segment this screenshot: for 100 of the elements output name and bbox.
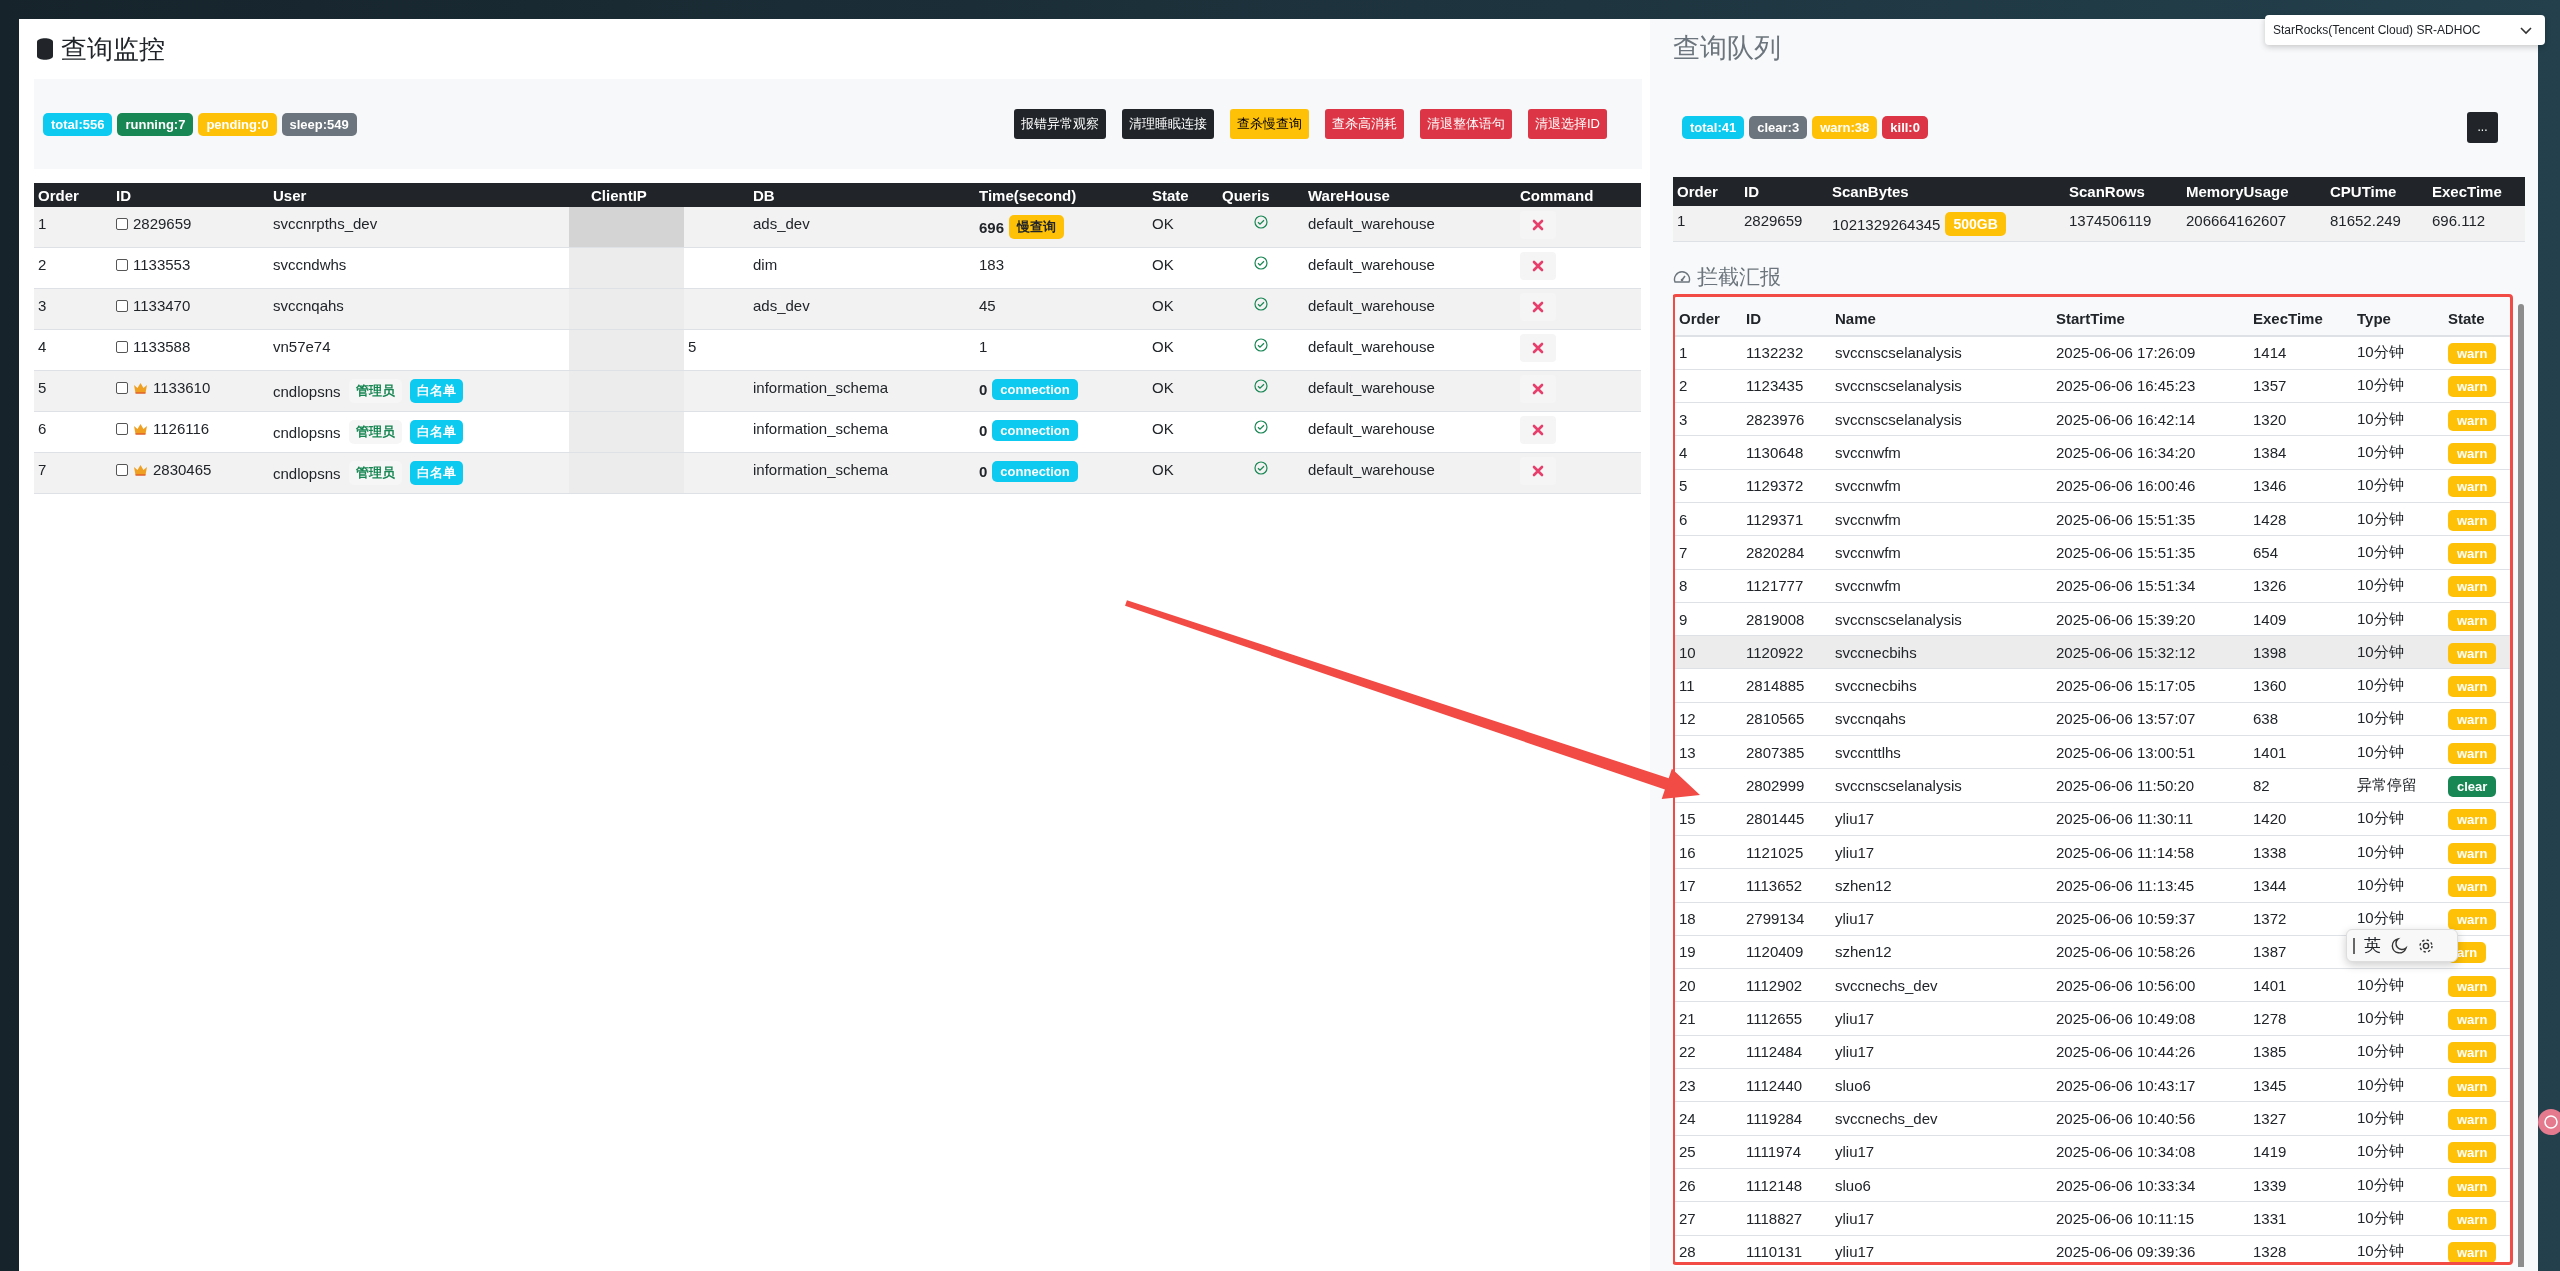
gauge-icon [1673,269,1691,285]
checkbox[interactable] [116,422,128,435]
table-cell: 2025-06-06 10:56:00 [2056,976,2196,994]
table-cell: 22 [1679,1043,1696,1061]
table-row[interactable]: 7 2820284 svccnwfm 2025-06-06 15:51:35 654 10分钟 warn [1675,535,2510,570]
table-cell: 1133588 [133,338,191,355]
table-row[interactable]: 4 1130648 svccnwfm 2025-06-06 16:34:20 1384 10分钟 warn [1675,435,2510,470]
table-cell: information_schema [753,461,889,478]
table-cell: OK [1152,461,1174,478]
table-row[interactable]: 5 1129372 svccnwfm 2025-06-06 16:00:46 1346 10分钟 warn [1675,469,2510,503]
table-cell: 12 [1679,710,1696,728]
translate-icon[interactable] [2538,1109,2560,1135]
table-row[interactable]: 17 1113652 szhen12 2025-06-06 11:13:45 1344 10分钟 warn [1675,868,2510,903]
action-button[interactable]: 清退整体语句 [1420,109,1512,139]
table-cell: cndlopsns [273,382,341,400]
table-cell: default_warehouse [1308,215,1435,232]
table-cell: 1372 [2253,910,2287,928]
status-tag: 慢查询 [1009,215,1065,239]
checkbox[interactable] [116,340,128,353]
table-row[interactable]: 6 1129371 svccnwfm 2025-06-06 15:51:35 1428 10分钟 warn [1675,502,2510,536]
table-cell: 10分钟 [2357,1009,2404,1027]
table-row[interactable]: 25 1111974 yliu17 2025-06-06 10:34:08 1419 10分钟 warn [1675,1135,2510,1169]
table-cell: OK [1152,256,1174,273]
table-row[interactable]: 27 1118827 yliu17 2025-06-06 10:11:15 1331 10分钟 warn [1675,1201,2510,1235]
table-cell: information_schema [753,379,889,396]
table-cell: 1346 [2253,477,2287,495]
table-cell: 1119284 [1746,1109,1803,1127]
table-row[interactable]: 18 2799134 yliu17 2025-06-06 10:59:37 1372 10分钟 warn [1675,902,2510,936]
table-cell: 3 [1679,410,1688,428]
table-row[interactable]: 3 2823976 svccnscselanalysis 2025-06-06 16:42:14 1320 10分钟 warn [1675,402,2510,436]
table-cell: 2025-06-06 10:59:37 [2056,910,2196,928]
table-row[interactable]: 8 1121777 svccnwfm 2025-06-06 15:51:34 1326 10分钟 warn [1675,569,2510,603]
table-cell: 1130648 [1746,444,1804,462]
checkbox[interactable] [116,463,128,476]
action-button[interactable]: 查杀高消耗 [1325,109,1404,139]
table-cell: 696 [979,218,1005,236]
table-cell: 1344 [2253,876,2287,894]
table-cell: sluo6 [1835,1076,1871,1094]
table-cell: 20 [1679,976,1696,994]
settings-icon[interactable] [2417,936,2435,955]
table-cell: 2025-06-06 11:13:45 [2056,876,2195,894]
count-badge: clear:3 [1749,115,1808,139]
close-button[interactable] [1520,416,1556,444]
checkbox[interactable] [116,381,128,394]
table-row[interactable]: 1 1132232 svccnscselanalysis 2025-06-06 17:26:09 1414 10分钟 warn [1675,336,2510,370]
table-cell: svccnqahs [273,297,344,314]
table-row[interactable]: 26 1112148 sluo6 2025-06-06 10:33:34 1339 10分钟 warn [1675,1168,2510,1202]
state-badge: warn [2448,1142,2497,1164]
table-row[interactable]: 20 1112902 svccnechs_dev 2025-06-06 10:56:00 1401 10分钟 warn [1675,968,2510,1002]
table-cell: 10分钟 [2357,609,2404,627]
table-cell: 10分钟 [2357,809,2404,827]
table-cell: default_warehouse [1308,256,1435,273]
status-tag: connection [992,461,1078,482]
checkbox[interactable] [116,299,128,312]
table-row[interactable]: 22 1112484 yliu17 2025-06-06 10:44:26 1385 10分钟 warn [1675,1035,2510,1069]
table-row[interactable]: 28 1110131 yliu17 2025-06-06 09:39:36 1328 10分钟 warn [1675,1235,2510,1267]
table-cell: 1 [1679,344,1688,362]
table-cell: 2829659 [133,215,192,232]
table-row[interactable]: 2802999 svccnscselanalysis 2025-06-06 11:50:20 82 异常停留 clear [1675,768,2510,803]
table-row[interactable]: 13 2807385 svccnttlhs 2025-06-06 13:00:51 1401 10分钟 warn [1675,735,2510,769]
table-cell: 2025-06-06 10:49:08 [2056,1010,2196,1028]
table-cell: OK [1152,297,1174,314]
column-header: MemoryUsage [2182,177,2326,206]
checkbox[interactable] [116,258,128,271]
table-row[interactable]: 24 1119284 svccnechs_dev 2025-06-06 10:40:56 1327 10分钟 warn [1675,1101,2510,1136]
table-cell: 654 [2253,543,2279,561]
table-row[interactable]: 23 1112440 sluo6 2025-06-06 10:43:17 1345 10分钟 warn [1675,1068,2510,1102]
cluster-dropdown[interactable]: StarRocks(Tencent Cloud) SR-ADHOC [2265,15,2545,45]
action-button[interactable]: 清退选择ID [1528,109,1607,139]
moon-icon[interactable] [2390,936,2408,955]
ime-mode-button[interactable]: 英 [2364,934,2381,957]
table-row[interactable]: 2 1123435 svccnscselanalysis 2025-06-06 16:45:23 1357 10分钟 warn [1675,369,2510,403]
column-header: Order [34,183,112,207]
more-button[interactable]: ... [2467,111,2498,143]
table-cell: OK [1152,215,1174,232]
state-badge: warn [2448,809,2497,831]
state-badge: warn [2448,742,2497,764]
scrollbar[interactable] [2518,304,2524,1267]
table-row[interactable]: 21 1112655 yliu17 2025-06-06 10:49:08 1278 10分钟 warn [1675,1001,2510,1036]
table-row[interactable]: 15 2801445 yliu17 2025-06-06 11:30:11 1420 10分钟 warn [1675,802,2510,836]
close-button[interactable] [1520,252,1556,280]
action-button[interactable]: 查杀慢查询 [1230,109,1309,139]
state-badge: clear [2448,776,2497,797]
table-row[interactable]: 11 2814885 svccnecbihs 2025-06-06 15:17:05 1360 10分钟 warn [1675,668,2510,703]
check-circle-icon [1254,379,1268,393]
table-cell: 10分钟 [2357,875,2404,893]
table-cell: ads_dev [753,297,810,314]
action-button[interactable]: 清理睡眠连接 [1122,109,1214,139]
table-row[interactable]: 9 2819008 svccnscselanalysis 2025-06-06 15:39:20 1409 10分钟 warn [1675,602,2510,636]
table-cell: 5 [38,379,47,396]
table-cell: 2025-06-06 13:00:51 [2056,743,2196,761]
table-row[interactable]: 10 1120922 svccnecbihs 2025-06-06 15:32:12 1398 10分钟 warn [1675,635,2510,669]
close-button[interactable] [1520,334,1556,362]
table-cell: 0 [979,463,988,480]
table-cell: 2025-06-06 15:51:35 [2056,543,2196,561]
table-cell: 638 [2253,710,2279,728]
table-row[interactable]: 12 2810565 svccnqahs 2025-06-06 13:57:07 638 10分钟 warn [1675,702,2510,736]
table-row[interactable]: 16 1121025 yliu17 2025-06-06 11:14:58 1338 10分钟 warn [1675,835,2510,869]
action-button[interactable]: 报错异常观察 [1014,109,1106,139]
checkbox[interactable] [116,217,128,230]
